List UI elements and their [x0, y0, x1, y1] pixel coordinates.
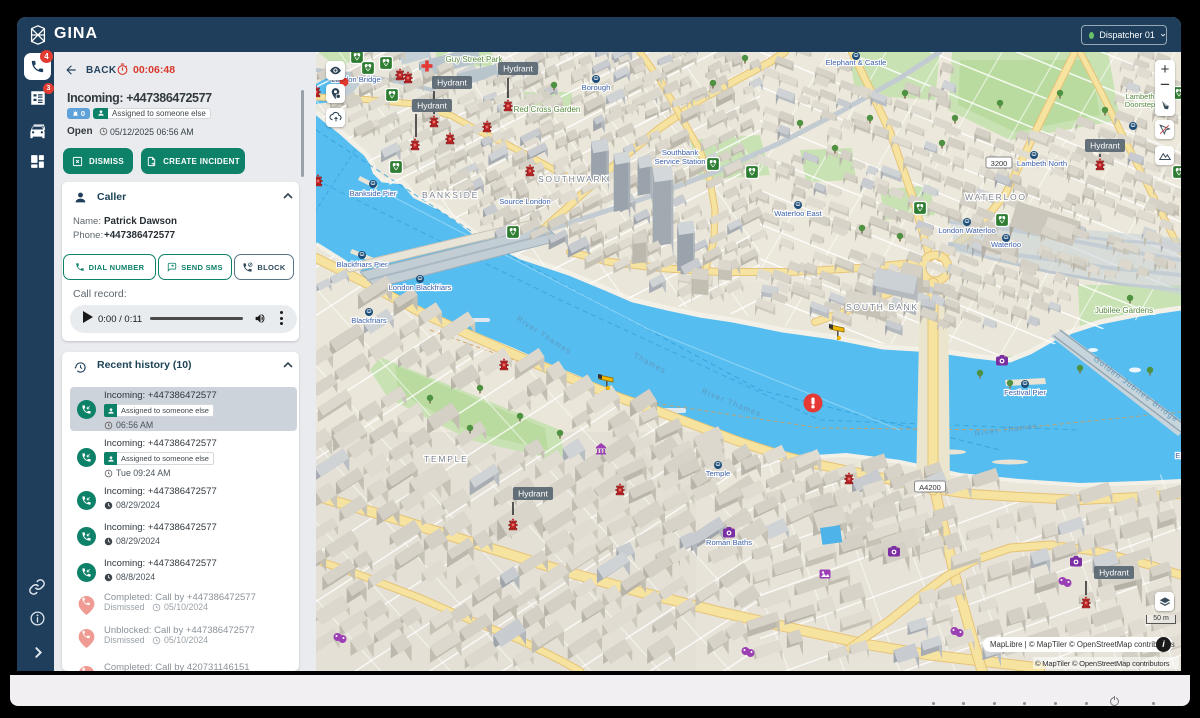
svg-text:Hydrant: Hydrant [1099, 568, 1129, 578]
svg-text:BANKSIDE: BANKSIDE [422, 190, 479, 200]
svg-text:Source London: Source London [499, 197, 551, 206]
svg-text:Guy Street Park: Guy Street Park [446, 55, 504, 64]
svg-text:Em: Em [1175, 451, 1181, 460]
svg-text:A4200: A4200 [919, 483, 941, 492]
svg-text:Service Station: Service Station [654, 157, 705, 166]
svg-text:London Waterloo: London Waterloo [938, 226, 996, 235]
svg-text:Lambeth North: Lambeth North [1017, 159, 1067, 168]
svg-text:Roman Baths: Roman Baths [706, 538, 752, 547]
svg-text:Southbank: Southbank [662, 148, 699, 157]
svg-text:Hydrant: Hydrant [1090, 141, 1120, 151]
svg-text:Bankside Pier: Bankside Pier [350, 189, 397, 198]
svg-text:Hydrant: Hydrant [417, 101, 447, 111]
svg-text:WATERLOO: WATERLOO [965, 192, 1027, 202]
svg-text:Temple: Temple [706, 469, 730, 478]
svg-text:Hydrant: Hydrant [518, 489, 548, 499]
svg-text:Borough: Borough [582, 83, 611, 92]
svg-text:SOUTH BANK: SOUTH BANK [846, 302, 919, 312]
svg-text:London Blackfriars: London Blackfriars [389, 283, 452, 292]
svg-text:SOUTHWARK: SOUTHWARK [538, 174, 609, 184]
svg-text:TEMPLE: TEMPLE [424, 454, 469, 464]
svg-text:3200: 3200 [991, 159, 1008, 168]
svg-text:Blackfriars: Blackfriars [351, 316, 387, 325]
svg-text:Hydrant: Hydrant [437, 78, 467, 88]
svg-text:Hydrant: Hydrant [503, 64, 533, 74]
svg-text:Festival Pier: Festival Pier [1004, 388, 1046, 397]
svg-text:Waterloo East: Waterloo East [774, 209, 822, 218]
svg-text:Red Cross Garden: Red Cross Garden [514, 105, 581, 114]
svg-text:Blackfriars Pier: Blackfriars Pier [336, 260, 388, 269]
svg-text:Doorstep: Doorstep [1125, 100, 1155, 109]
svg-text:Jubilee Gardens: Jubilee Gardens [1095, 306, 1153, 315]
